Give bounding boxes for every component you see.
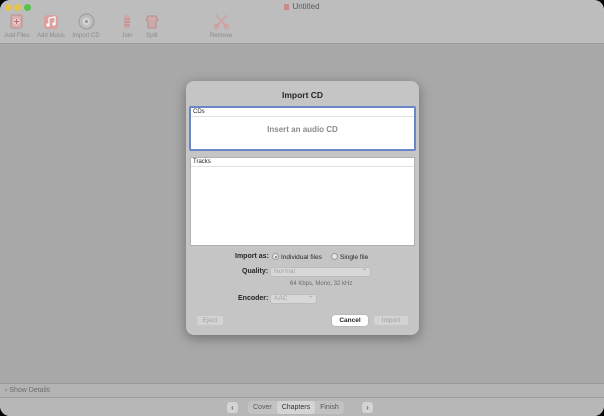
show-details-label: Show Details: [9, 387, 51, 394]
import-cd-dialog: Import CD CDs Insert an audio CD Tracks …: [186, 81, 419, 335]
next-button[interactable]: ›: [362, 402, 373, 413]
quality-value: Normal: [274, 268, 295, 275]
join-icon: [119, 13, 136, 30]
radio-individual-files[interactable]: Individual files: [272, 253, 322, 261]
chevron-updown-icon: ⌃: [307, 296, 313, 302]
chevron-right-icon: ›: [5, 387, 8, 394]
window-title: Untitled: [0, 2, 604, 11]
music-icon: [43, 13, 60, 30]
join-label: Join: [121, 33, 133, 39]
import-as-label: Import as:: [235, 253, 269, 260]
cancel-button[interactable]: Cancel: [332, 315, 368, 326]
add-files-icon: [9, 13, 26, 30]
tracks-list[interactable]: Tracks: [190, 157, 415, 246]
add-files-button[interactable]: Add Files: [3, 13, 31, 39]
chevron-right-icon: ›: [366, 403, 369, 412]
encoder-value: AAC: [274, 295, 288, 302]
dialog-title: Import CD: [281, 90, 324, 100]
radio-button-selected: [272, 253, 279, 260]
cds-header: CDs: [191, 108, 414, 117]
toolbar: Untitled Add Files Add Music Import CD J…: [0, 0, 604, 44]
step-tabs: Cover Chapters Finish: [248, 401, 344, 414]
import-button[interactable]: Import: [373, 315, 409, 326]
app-window: Untitled Add Files Add Music Import CD J…: [0, 0, 604, 416]
cds-list[interactable]: CDs Insert an audio CD: [189, 106, 416, 151]
radio-individual-label: Individual files: [281, 254, 322, 261]
quality-label: Quality:: [242, 268, 269, 275]
radio-single-label: Single file: [340, 254, 369, 261]
remove-button[interactable]: Remove: [208, 13, 234, 39]
tab-finish[interactable]: Finish: [315, 401, 344, 414]
add-music-button[interactable]: Add Music: [36, 13, 66, 39]
quality-detail: 64 Kbps, Mono, 32 kHz: [290, 281, 353, 287]
join-button[interactable]: Join: [118, 13, 136, 39]
tab-chapters[interactable]: Chapters: [276, 401, 316, 414]
chevron-updown-icon: ⌃: [361, 269, 367, 275]
import-cd-button[interactable]: Import CD: [70, 13, 102, 39]
chevron-left-icon: ‹: [231, 403, 234, 412]
cd-icon: [78, 13, 95, 30]
split-button[interactable]: Split: [142, 13, 162, 39]
split-icon: [144, 13, 161, 30]
scissors-icon: [213, 13, 230, 30]
quality-popup[interactable]: Normal ⌃: [270, 267, 371, 277]
cds-empty-message: Insert an audio CD: [267, 125, 338, 134]
tracks-header: Tracks: [191, 158, 414, 167]
import-cd-label: Import CD: [72, 33, 100, 39]
encoder-label: Encoder:: [238, 295, 269, 302]
split-label: Split: [146, 33, 158, 39]
radio-button: [331, 253, 338, 260]
tab-cover[interactable]: Cover: [248, 401, 277, 414]
previous-button[interactable]: ‹: [227, 402, 238, 413]
document-icon: [284, 4, 290, 10]
add-files-label: Add Files: [4, 33, 30, 39]
eject-button[interactable]: Eject: [196, 315, 224, 326]
show-details-toggle[interactable]: › Show Details: [0, 383, 604, 397]
bottom-bar: ‹ Cover Chapters Finish ›: [0, 397, 604, 416]
radio-single-file[interactable]: Single file: [331, 253, 368, 261]
encoder-popup[interactable]: AAC ⌃: [270, 294, 317, 304]
add-music-label: Add Music: [36, 33, 65, 39]
remove-label: Remove: [209, 33, 233, 39]
